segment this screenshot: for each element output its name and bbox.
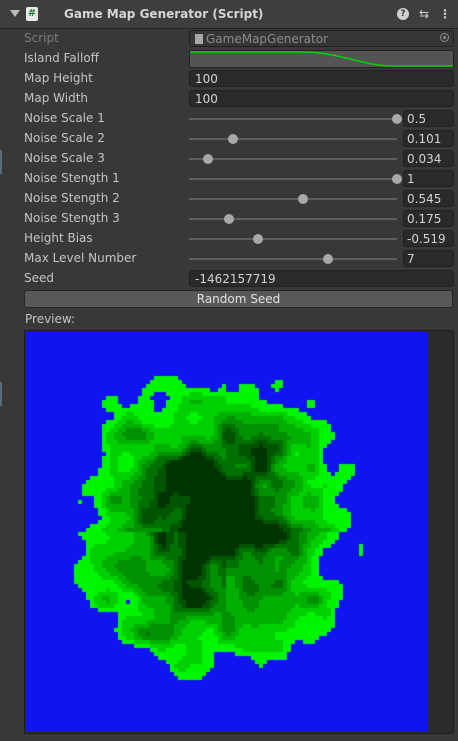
slider-label: Noise Stength 1 — [24, 171, 120, 185]
slider-track[interactable] — [189, 134, 397, 144]
slider-label: Noise Scale 2 — [24, 131, 105, 145]
slider-value-field[interactable]: 0.175 — [403, 210, 454, 227]
slider-thumb[interactable] — [223, 214, 234, 224]
slider-thumb[interactable] — [227, 134, 238, 144]
preview-label: Preview: — [25, 312, 76, 326]
slider-label: Max Level Number — [24, 251, 137, 265]
map-height-field[interactable]: 100 — [189, 70, 454, 87]
foldout-arrow-icon[interactable] — [10, 10, 20, 17]
slider-track[interactable] — [189, 214, 397, 224]
slider-track[interactable] — [189, 254, 397, 264]
presets-icon[interactable]: ⇆ — [417, 6, 431, 22]
slider-label: Noise Stength 3 — [24, 211, 120, 225]
slider-value-field[interactable]: 0.5 — [403, 110, 454, 127]
slider-value-field[interactable]: 0.101 — [403, 130, 454, 147]
script-asset-icon — [195, 34, 203, 44]
slider-thumb[interactable] — [392, 174, 402, 184]
slider-thumb[interactable] — [252, 234, 263, 244]
slider-value-field[interactable]: 1 — [403, 170, 454, 187]
slider-thumb[interactable] — [202, 154, 213, 164]
slider-track[interactable] — [189, 174, 402, 184]
seed-label: Seed — [24, 271, 54, 285]
slider-track[interactable] — [189, 234, 397, 244]
random-seed-button[interactable]: Random Seed — [24, 290, 453, 308]
script-label: Script — [24, 31, 59, 45]
slider-value-field[interactable]: -0.519 — [403, 230, 454, 247]
island-falloff-label: Island Falloff — [24, 51, 99, 65]
slider-value-field[interactable]: 7 — [403, 250, 454, 267]
slider-thumb[interactable] — [392, 114, 402, 124]
map-width-field[interactable]: 100 — [189, 90, 454, 107]
object-picker-icon[interactable] — [440, 33, 449, 42]
slider-label: Noise Stength 2 — [24, 191, 120, 205]
slider-thumb[interactable] — [323, 254, 334, 264]
slider-label: Height Bias — [24, 231, 93, 245]
slider-thumb[interactable] — [298, 194, 309, 204]
slider-value-field[interactable]: 0.545 — [403, 190, 454, 207]
window-edge — [0, 382, 2, 406]
script-field-value: GameMapGenerator — [206, 32, 328, 46]
slider-label: Noise Scale 1 — [24, 111, 105, 125]
window-edge — [0, 150, 2, 174]
slider-track[interactable] — [189, 194, 397, 204]
island-falloff-curve-field[interactable] — [189, 50, 454, 68]
slider-value-field[interactable]: 0.034 — [403, 150, 454, 167]
component-title: Game Map Generator (Script) — [64, 7, 264, 21]
slider-label: Noise Scale 3 — [24, 151, 105, 165]
map-height-label: Map Height — [24, 71, 93, 85]
slider-track[interactable] — [189, 114, 402, 124]
map-preview-image — [26, 332, 428, 732]
script-icon: # — [26, 7, 38, 21]
help-icon[interactable]: ? — [397, 8, 409, 20]
kebab-menu-icon[interactable]: ⋮ — [438, 6, 452, 22]
falloff-curve — [190, 51, 453, 67]
seed-field[interactable]: -1462157719 — [189, 270, 454, 287]
component-header[interactable]: # Game Map Generator (Script) ? ⇆ ⋮ — [0, 0, 458, 29]
slider-track[interactable] — [189, 154, 397, 164]
script-field[interactable]: GameMapGenerator — [189, 30, 454, 47]
map-width-label: Map Width — [24, 91, 89, 105]
